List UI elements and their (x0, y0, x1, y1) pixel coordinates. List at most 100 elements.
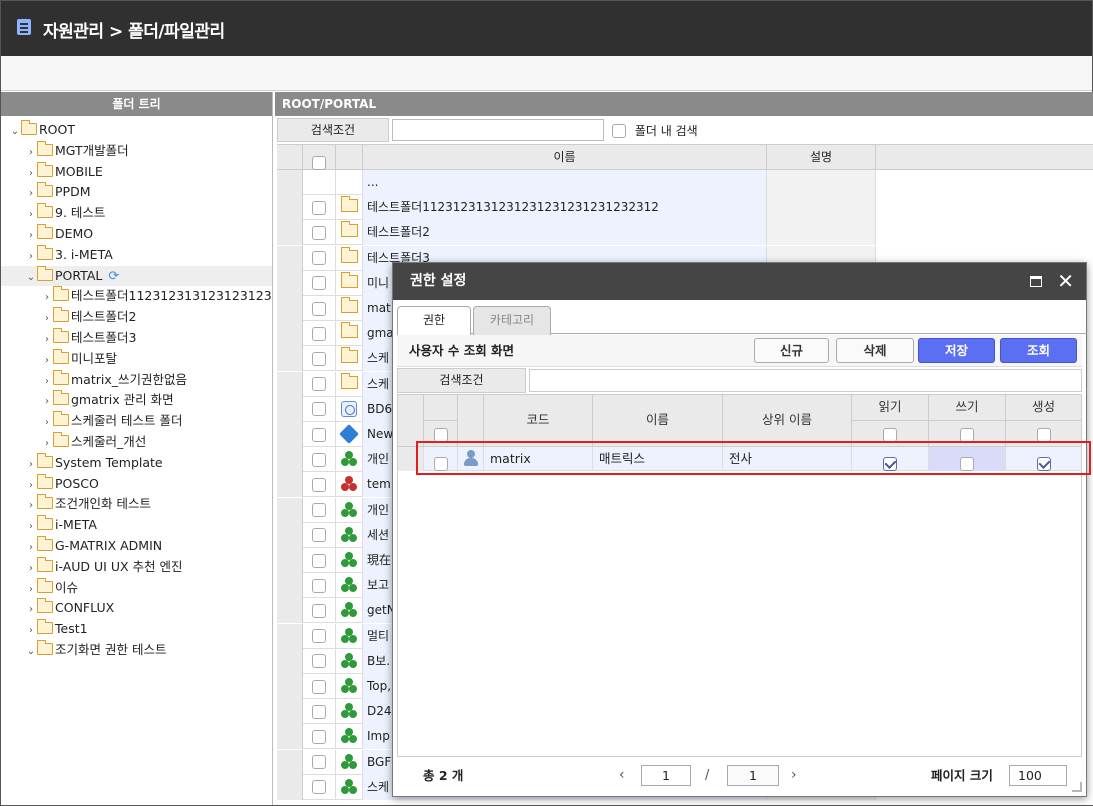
chevron-right-icon[interactable]: › (41, 434, 53, 454)
create-checkbox[interactable] (1036, 456, 1051, 471)
delete-button[interactable]: 삭제 (836, 338, 914, 363)
tree-item[interactable]: › 테스트폴더3 (1, 328, 272, 350)
chevron-right-icon[interactable]: › (25, 455, 37, 475)
query-button[interactable]: 조회 (1000, 338, 1077, 363)
code-column-header[interactable]: 코드 (484, 395, 593, 447)
select-all-checkbox[interactable] (312, 155, 326, 170)
tree-item[interactable]: › gmatrix 관리 화면 (1, 390, 272, 412)
chevron-right-icon[interactable]: › (25, 580, 37, 600)
row-checkbox[interactable] (312, 603, 326, 618)
row-checkbox[interactable] (312, 251, 326, 266)
row-checkbox[interactable] (312, 200, 326, 215)
current-page-input[interactable]: 1 (641, 765, 691, 786)
row-checkbox[interactable] (312, 503, 326, 518)
name-column-header[interactable]: 이름 (363, 145, 767, 170)
chevron-right-icon[interactable]: › (41, 351, 53, 371)
parent-name-column-header[interactable]: 상위 이름 (723, 395, 852, 447)
write-column-header[interactable]: 쓰기 (929, 395, 1006, 421)
tree-item[interactable]: ⌄ 조기화면 권한 테스트 (1, 640, 272, 662)
tree-item[interactable]: › G-MATRIX ADMIN (1, 536, 272, 556)
row-checkbox[interactable] (312, 326, 326, 341)
chevron-right-icon[interactable]: › (25, 517, 37, 537)
chevron-right-icon[interactable]: › (41, 372, 53, 392)
tab-category[interactable]: 카테고리 (473, 306, 551, 335)
chevron-right-icon[interactable]: › (41, 392, 53, 412)
tree-item[interactable]: › Test1 (1, 619, 272, 641)
chevron-right-icon[interactable]: › (25, 600, 37, 620)
row-checkbox[interactable] (312, 351, 326, 366)
chevron-right-icon[interactable]: › (25, 476, 37, 496)
row-checkbox[interactable] (312, 528, 326, 543)
row-checkbox[interactable] (312, 629, 326, 644)
tree-item[interactable]: › 3. i-META (1, 244, 272, 267)
row-checkbox[interactable] (312, 654, 326, 669)
tree-item[interactable]: › 9. 테스트 (1, 203, 272, 225)
chevron-down-icon[interactable]: ⌄ (25, 642, 37, 662)
tree-item[interactable]: › MOBILE (1, 161, 272, 184)
create-column-header[interactable]: 생성 (1006, 395, 1081, 421)
read-checkbox[interactable] (883, 456, 897, 471)
new-button[interactable]: 신규 (754, 338, 829, 363)
dialog-search-input[interactable] (529, 369, 1082, 392)
chevron-down-icon[interactable]: ⌄ (9, 122, 21, 142)
tree-item[interactable]: › 스케줄러_개선 (1, 432, 272, 454)
tree-item[interactable]: › 스케줄러 테스트 폴더 (1, 411, 272, 433)
tree-item[interactable]: › 테스트폴더1123123131231231231231231232312 (1, 286, 272, 308)
tree-item[interactable]: › DEMO (1, 224, 272, 244)
chevron-right-icon[interactable]: › (25, 205, 37, 225)
tree-item[interactable]: › i-META (1, 515, 272, 537)
chevron-right-icon[interactable]: › (25, 184, 37, 204)
read-all-checkbox[interactable] (883, 427, 897, 442)
tree-item[interactable]: ⌄ PORTAL ⟳ (1, 265, 272, 287)
page-size-input[interactable]: 100 (1009, 765, 1067, 786)
row-name[interactable]: ... (363, 170, 767, 195)
tree-item[interactable]: › System Template (1, 452, 272, 475)
row-name[interactable]: 테스트폴더1123123131231231231231231232312 (363, 195, 767, 221)
close-icon[interactable]: ✕ (1057, 263, 1074, 300)
table-row[interactable]: 테스트폴더1123123131231231231231231232312 (277, 195, 1093, 221)
chevron-right-icon[interactable]: › (41, 330, 53, 350)
prev-page-icon[interactable]: ‹ (619, 765, 625, 786)
table-row[interactable]: ... (277, 170, 1093, 195)
chevron-right-icon[interactable]: › (25, 496, 37, 516)
chevron-right-icon[interactable]: › (41, 413, 53, 433)
row-checkbox[interactable] (312, 301, 326, 316)
tree-item[interactable]: › PPDM (1, 182, 272, 204)
maximize-icon[interactable] (1030, 276, 1042, 287)
chevron-right-icon[interactable]: › (41, 309, 53, 329)
row-checkbox[interactable] (312, 377, 326, 392)
tree-item[interactable]: › 미니포탈 (1, 348, 272, 371)
create-all-checkbox[interactable] (1036, 427, 1051, 442)
chevron-right-icon[interactable]: › (25, 143, 37, 163)
in-folder-search-checkbox[interactable] (612, 123, 626, 138)
row-checkbox[interactable] (312, 679, 326, 694)
row-checkbox[interactable] (312, 704, 326, 719)
desc-column-header[interactable]: 설명 (767, 145, 876, 170)
next-page-icon[interactable]: › (791, 765, 797, 786)
table-row[interactable]: 테스트폴더2 (277, 220, 1093, 246)
chevron-right-icon[interactable]: › (25, 621, 37, 641)
tree-item[interactable]: ⌄ ROOT (1, 120, 272, 142)
save-button[interactable]: 저장 (918, 338, 995, 363)
search-input[interactable] (392, 119, 604, 141)
write-checkbox[interactable] (960, 456, 974, 471)
tree-item[interactable]: › CONFLUX (1, 598, 272, 620)
tree-item[interactable]: › 테스트폴더2 (1, 307, 272, 329)
chevron-right-icon[interactable]: › (41, 288, 53, 308)
row-checkbox[interactable] (312, 553, 326, 568)
row-checkbox[interactable] (312, 402, 326, 417)
name-column-header[interactable]: 이름 (593, 395, 723, 447)
row-checkbox[interactable] (312, 452, 326, 467)
tab-permission[interactable]: 권한 (397, 306, 471, 335)
in-folder-search-option[interactable]: 폴더 내 검색 (612, 122, 698, 139)
write-all-checkbox[interactable] (960, 427, 974, 442)
chevron-right-icon[interactable]: › (25, 164, 37, 184)
tree-item[interactable]: › matrix_쓰기권한없음 (1, 369, 272, 392)
tree-item[interactable]: › POSCO (1, 473, 272, 496)
row-checkbox[interactable] (312, 477, 326, 492)
row-checkbox[interactable] (312, 578, 326, 593)
refresh-icon[interactable]: ⟳ (108, 267, 119, 287)
chevron-right-icon[interactable]: › (25, 247, 37, 267)
tree-item[interactable]: › 조건개인화 테스트 (1, 494, 272, 516)
tree-item[interactable]: › MGT개발폴더 (1, 140, 272, 163)
